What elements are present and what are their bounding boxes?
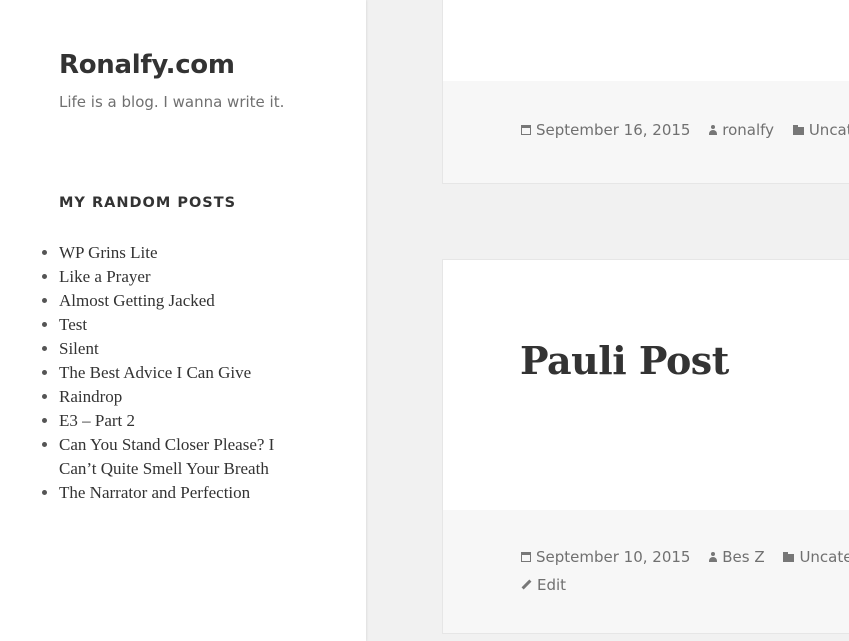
category-link[interactable]: Uncat [809, 121, 849, 139]
post-date-link[interactable]: September 10, 2015 [536, 548, 690, 566]
site-title[interactable]: Ronalfy.com [59, 50, 235, 80]
post-link[interactable]: Like a Prayer [59, 267, 151, 286]
byline: Bes Z [709, 548, 765, 566]
post-link[interactable]: WP Grins Lite [59, 243, 158, 262]
list-item: E3 – Part 2 [59, 409, 299, 433]
person-icon [709, 552, 718, 562]
post-title[interactable]: Pauli Post [520, 338, 729, 383]
sidebar: Ronalfy.com Life is a blog. I wanna writ… [0, 0, 366, 641]
folder-icon [792, 125, 804, 135]
cat-links: Uncat [792, 121, 849, 139]
random-posts-list: WP Grins Lite Like a Prayer Almost Getti… [59, 241, 299, 505]
post-card: Pauli Post September 10, 2015 Bes Z Unca… [442, 259, 849, 634]
post-link[interactable]: Test [59, 315, 87, 334]
post-link[interactable]: Silent [59, 339, 99, 358]
author-link[interactable]: ronalfy [722, 121, 774, 139]
calendar-icon [521, 125, 531, 135]
author-link[interactable]: Bes Z [722, 548, 764, 566]
entry-meta: September 16, 2015 ronalfy Uncat [521, 121, 849, 139]
list-item: Almost Getting Jacked [59, 289, 299, 313]
list-item: Can You Stand Closer Please? I Can’t Qui… [59, 433, 299, 481]
person-icon [709, 125, 718, 135]
post-link[interactable]: Raindrop [59, 387, 122, 406]
edit-link-wrap: Edit [521, 576, 566, 594]
edit-link[interactable]: Edit [537, 576, 566, 594]
list-item: Like a Prayer [59, 265, 299, 289]
calendar-icon [521, 552, 531, 562]
entry-meta: September 10, 2015 Bes Z Uncateg [521, 548, 849, 566]
post-link[interactable]: E3 – Part 2 [59, 411, 135, 430]
pencil-icon [521, 579, 532, 590]
edit-meta: Edit [521, 572, 580, 594]
entry-footer: September 10, 2015 Bes Z Uncateg Edit [443, 510, 849, 633]
post-date-link[interactable]: September 16, 2015 [536, 121, 690, 139]
post-card: September 16, 2015 ronalfy Uncat [442, 0, 849, 184]
post-link[interactable]: Almost Getting Jacked [59, 291, 215, 310]
byline: ronalfy [709, 121, 774, 139]
cat-links: Uncateg [783, 548, 849, 566]
list-item: Test [59, 313, 299, 337]
post-link[interactable]: Can You Stand Closer Please? I Can’t Qui… [59, 435, 274, 478]
post-link[interactable]: The Narrator and Perfection [59, 483, 250, 502]
list-item: The Narrator and Perfection [59, 481, 299, 505]
list-item: Raindrop [59, 385, 299, 409]
entry-footer: September 16, 2015 ronalfy Uncat [443, 81, 849, 183]
post-link[interactable]: The Best Advice I Can Give [59, 363, 251, 382]
category-link[interactable]: Uncateg [799, 548, 849, 566]
list-item: Silent [59, 337, 299, 361]
list-item: The Best Advice I Can Give [59, 361, 299, 385]
site-description: Life is a blog. I wanna write it. [59, 93, 285, 111]
posted-on: September 10, 2015 [521, 548, 690, 566]
widget-title: MY RANDOM POSTS [59, 195, 237, 211]
posted-on: September 16, 2015 [521, 121, 690, 139]
list-item: WP Grins Lite [59, 241, 299, 265]
folder-icon [783, 552, 795, 562]
